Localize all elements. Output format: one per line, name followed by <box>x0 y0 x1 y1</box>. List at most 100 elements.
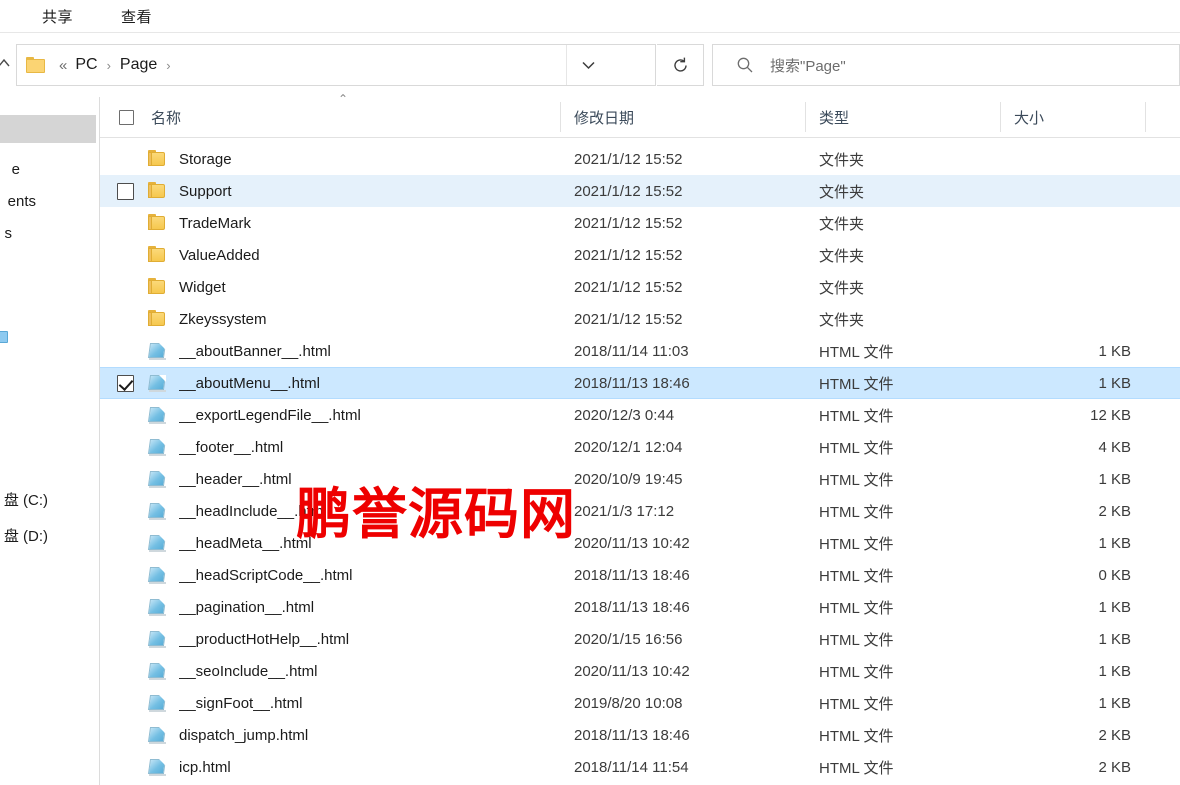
file-name-cell[interactable]: __aboutBanner__.html <box>100 341 560 361</box>
file-name-label: ValueAdded <box>179 246 260 264</box>
ribbon-tab-view[interactable]: 查看 <box>117 4 156 29</box>
file-size-cell: 1 KB <box>1098 630 1131 648</box>
file-name-cell[interactable]: __exportLegendFile__.html <box>100 405 560 425</box>
file-name-cell[interactable]: TradeMark <box>100 213 560 233</box>
table-row[interactable]: TradeMark 2021/1/12 15:52 文件夹 <box>100 207 1180 239</box>
column-header-type[interactable]: 类型 <box>805 97 1000 137</box>
table-row[interactable]: __productHotHelp__.html 2020/1/15 16:56 HT… <box>100 623 1180 655</box>
file-name-label: icp.html <box>179 758 231 776</box>
sidebar-item-drive-d[interactable]: 盘 (D:) <box>0 519 92 551</box>
arrow-up-icon[interactable] <box>0 55 12 73</box>
file-size-cell: 12 KB <box>1090 406 1131 424</box>
breadcrumb-overflow[interactable]: « <box>56 57 70 74</box>
navigation-pane: e ents s 盘 (C:) 盘 (D:) <box>0 97 100 785</box>
table-row[interactable]: __aboutMenu__.html 2018/11/13 18:46 HTML 文… <box>100 367 1180 399</box>
html-file-icon <box>147 469 169 489</box>
sidebar-item-label: 盘 (C:) <box>3 491 48 509</box>
sidebar-item-3[interactable] <box>0 325 92 357</box>
refresh-icon <box>673 57 687 72</box>
table-row[interactable]: __pagination__.html 2018/11/13 18:46 HTML … <box>100 591 1180 623</box>
table-row[interactable]: __headInclude__.html 2021/1/3 17:12 HTML 文… <box>100 495 1180 527</box>
breadcrumb-separator-icon[interactable]: › <box>103 58 115 73</box>
breadcrumb-separator-icon[interactable]: › <box>162 58 174 73</box>
column-header-name[interactable]: 名称 <box>100 97 560 137</box>
file-name-cell[interactable]: __seoInclude__.html <box>100 661 560 681</box>
folder-icon <box>147 245 169 265</box>
file-name-label: __productHotHelp__.html <box>179 630 350 648</box>
refresh-button[interactable] <box>657 44 704 86</box>
file-name-cell[interactable]: __productHotHelp__.html <box>100 629 560 649</box>
file-name-cell[interactable]: Support <box>100 181 560 201</box>
file-type-cell: 文件夹 <box>819 151 865 169</box>
file-name-cell[interactable]: __aboutMenu__.html <box>100 373 560 393</box>
table-row[interactable]: dispatch_jump.html 2018/11/13 18:46 HTML 文… <box>100 719 1180 751</box>
file-name-cell[interactable]: __footer__.html <box>100 437 560 457</box>
file-type-cell: 文件夹 <box>819 215 865 233</box>
file-name-cell[interactable]: Storage <box>100 149 560 169</box>
column-header-date[interactable]: 修改日期 <box>560 97 805 137</box>
file-name-cell[interactable]: __pagination__.html <box>100 597 560 617</box>
row-checkbox[interactable] <box>117 182 134 200</box>
column-header-size[interactable]: 大小 <box>1000 97 1145 137</box>
address-bar[interactable]: « PC › Page › <box>16 44 656 86</box>
table-row[interactable]: Widget 2021/1/12 15:52 文件夹 <box>100 271 1180 303</box>
file-date-cell: 2021/1/12 15:52 <box>574 278 683 296</box>
sidebar-item-drive-c[interactable]: 盘 (C:) <box>0 483 92 515</box>
file-type-cell: HTML 文件 <box>819 567 894 585</box>
breadcrumb-item-page[interactable]: Page <box>115 54 162 76</box>
table-row[interactable]: __headMeta__.html 2020/11/13 10:42 HTML 文件… <box>100 527 1180 559</box>
sidebar-item-label: ents <box>7 192 36 210</box>
file-type-cell: 文件夹 <box>819 183 865 201</box>
file-name-label: TradeMark <box>179 214 251 232</box>
file-name-cell[interactable]: Widget <box>100 277 560 297</box>
column-header-size-label: 大小 <box>1014 109 1045 127</box>
file-name-cell[interactable]: ValueAdded <box>100 245 560 265</box>
file-name-cell[interactable]: icp.html <box>100 757 560 777</box>
sidebar-item-0[interactable]: e <box>0 153 92 185</box>
file-name-cell[interactable]: __headScriptCode__.html <box>100 565 560 585</box>
table-row[interactable]: __exportLegendFile__.html 2020/12/3 0:44 H… <box>100 399 1180 431</box>
table-row[interactable]: Zkeyssystem 2021/1/12 15:52 文件夹 <box>100 303 1180 335</box>
file-name-cell[interactable]: __signFoot__.html <box>100 693 560 713</box>
table-row[interactable]: __header__.html 2020/10/9 19:45 HTML 文件 1 K… <box>100 463 1180 495</box>
html-file-icon <box>147 757 169 777</box>
table-row[interactable]: __headScriptCode__.html 2018/11/13 18:46 H… <box>100 559 1180 591</box>
file-name-label: __seoInclude__.html <box>179 662 318 680</box>
file-name-cell[interactable]: Zkeyssystem <box>100 309 560 329</box>
file-name-label: __headMeta__.html <box>179 534 312 552</box>
file-name-cell[interactable]: __header__.html <box>100 469 560 489</box>
row-checkbox[interactable] <box>117 374 134 392</box>
table-row[interactable]: Storage 2021/1/12 15:52 文件夹 <box>100 143 1180 175</box>
file-date-cell: 2020/1/15 16:56 <box>574 630 683 648</box>
search-input[interactable]: 搜索"Page" <box>770 55 846 76</box>
select-all-checkbox[interactable] <box>119 109 134 125</box>
ribbon-tab-share[interactable]: 共享 <box>38 4 77 29</box>
table-row[interactable]: __aboutBanner__.html 2018/11/14 11:03 HTML… <box>100 335 1180 367</box>
table-row[interactable]: __footer__.html 2020/12/1 12:04 HTML 文件 4 K… <box>100 431 1180 463</box>
table-row[interactable]: __seoInclude__.html 2020/11/13 10:42 HTML … <box>100 655 1180 687</box>
file-name-cell[interactable]: __headMeta__.html <box>100 533 560 553</box>
file-list[interactable]: Storage 2021/1/12 15:52 文件夹 Support 2021/1/1… <box>100 143 1180 785</box>
search-icon <box>736 56 754 74</box>
sidebar-item-label: e <box>11 160 20 178</box>
sidebar-item-1[interactable]: ents <box>0 185 92 217</box>
table-row[interactable]: Support 2021/1/12 15:52 文件夹 <box>100 175 1180 207</box>
file-name-label: __aboutMenu__.html <box>179 374 320 392</box>
file-date-cell: 2021/1/12 15:52 <box>574 150 683 168</box>
file-name-cell[interactable]: __headInclude__.html <box>100 501 560 521</box>
chevron-down-icon[interactable] <box>566 45 609 85</box>
table-row[interactable]: icp.html 2018/11/14 11:54 HTML 文件 2 KB <box>100 751 1180 783</box>
folder-icon <box>147 149 169 169</box>
file-name-cell[interactable]: dispatch_jump.html <box>100 725 560 745</box>
table-row[interactable]: __signFoot__.html 2019/8/20 10:08 HTML 文件 1… <box>100 687 1180 719</box>
table-row[interactable]: ValueAdded 2021/1/12 15:52 文件夹 <box>100 239 1180 271</box>
file-size-cell: 4 KB <box>1098 438 1131 456</box>
breadcrumb-item-pc[interactable]: PC <box>70 54 102 76</box>
file-type-cell: 文件夹 <box>819 311 865 329</box>
column-divider[interactable] <box>1145 102 1146 132</box>
search-box[interactable]: 搜索"Page" <box>712 44 1180 86</box>
sidebar-item-2[interactable]: s <box>0 217 92 249</box>
file-size-cell: 1 KB <box>1098 534 1131 552</box>
file-size-cell: 1 KB <box>1098 342 1131 360</box>
file-type-cell: HTML 文件 <box>819 727 894 745</box>
